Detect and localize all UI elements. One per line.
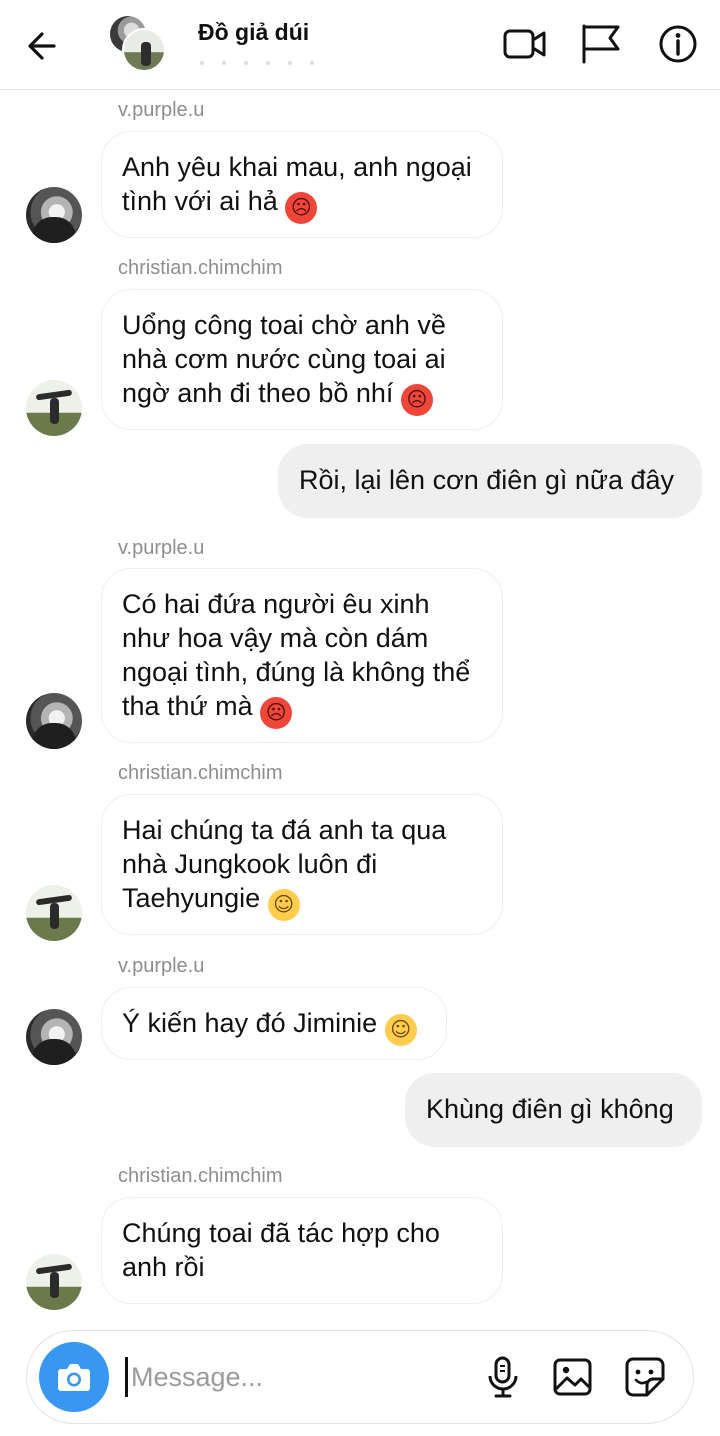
sender-avatar[interactable] [26,1254,82,1310]
group-avatar[interactable] [108,14,170,72]
message-bubble[interactable]: Hai chúng ta đá anh ta qua nhà Jungkook … [101,794,503,935]
sticker-icon[interactable] [623,1355,667,1399]
camera-icon [58,1364,90,1391]
chat-subtitle-placeholder [200,52,400,66]
sender-name: v.purple.u [118,99,205,121]
message-input[interactable] [131,1351,461,1403]
sender-avatar[interactable] [26,380,82,436]
sender-name: christian.chimchim [118,762,283,784]
message-bubble[interactable]: Có hai đứa người êu xinh như hoa vậy mà … [101,568,503,743]
sender-name: christian.chimchim [118,1165,283,1187]
text-cursor [125,1357,128,1397]
sender-name: v.purple.u [118,955,205,977]
chat-header: Đồ giả dúi [0,0,720,90]
sender-avatar[interactable] [26,693,82,749]
message-bubble[interactable]: Anh yêu khai mau, anh ngoại tình với ai … [101,131,503,238]
chat-title[interactable]: Đồ giả dúi [198,19,309,46]
group-avatar-2 [122,28,166,72]
message-text: Có hai đứa người êu xinh như hoa vậy mà … [122,589,471,721]
angry-face-emoji: ☹ [260,697,293,729]
message-bubble[interactable]: Ý kiến hay đó Jiminie ☺ [101,987,447,1060]
video-call-icon[interactable] [502,22,548,66]
message-text: Uổng công toai chờ anh về nhà cơm nước c… [122,310,446,408]
back-arrow-icon[interactable] [22,26,66,66]
relieved-face-emoji: ☺ [384,1014,417,1046]
message-text: Khùng điên gì không [426,1094,674,1124]
sender-avatar[interactable] [26,1009,82,1065]
message-bubble[interactable]: Uổng công toai chờ anh về nhà cơm nước c… [101,289,503,430]
gallery-icon[interactable] [551,1355,595,1399]
sender-name: christian.chimchim [118,257,283,279]
relieved-face-emoji: ☺ [267,889,300,921]
message-text: Chúng toai đã tác hợp cho anh rồi [122,1218,440,1282]
camera-button[interactable] [39,1342,109,1412]
message-bubble[interactable]: Chúng toai đã tác hợp cho anh rồi [101,1197,503,1304]
info-icon[interactable] [656,22,702,66]
flag-icon[interactable] [578,22,624,66]
message-composer [26,1330,694,1424]
sender-avatar[interactable] [26,885,82,941]
message-text: Rồi, lại lên cơn điên gì nữa đây [299,465,674,495]
my-message-bubble[interactable]: Khùng điên gì không [405,1073,702,1147]
angry-face-emoji: ☹ [400,384,433,416]
angry-face-emoji: ☹ [285,192,318,224]
microphone-icon[interactable] [481,1355,525,1399]
sender-name: v.purple.u [118,537,205,559]
my-message-bubble[interactable]: Rồi, lại lên cơn điên gì nữa đây [278,444,702,518]
sender-avatar[interactable] [26,187,82,243]
message-text: Ý kiến hay đó Jiminie [122,1008,378,1038]
